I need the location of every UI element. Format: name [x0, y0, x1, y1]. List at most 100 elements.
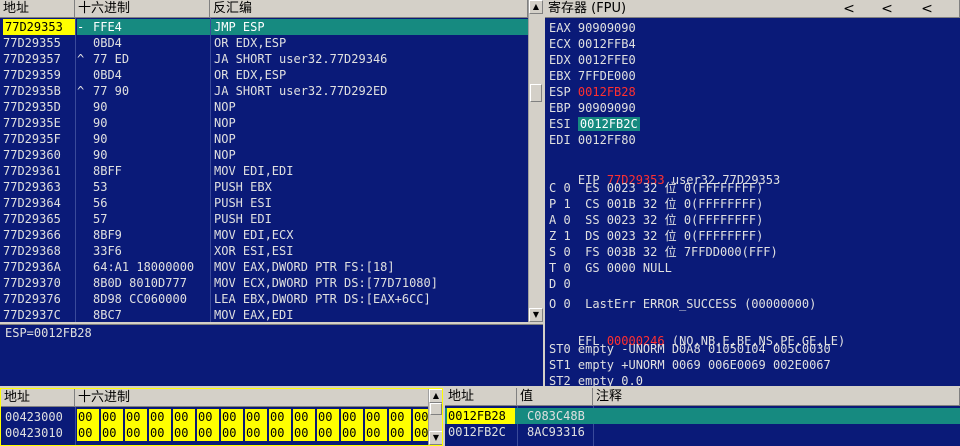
disasm-hex: FFE4: [91, 19, 210, 35]
disasm-row[interactable]: 77D29370 8B0D 8010D777 MOV ECX,DWORD PTR D…: [0, 275, 528, 291]
register-value[interactable]: 0012FFE0: [578, 53, 636, 67]
dump-byte[interactable]: 00: [317, 409, 339, 425]
dump-byte[interactable]: 00: [389, 425, 411, 441]
disasm-address: 77D29359: [3, 68, 61, 82]
disasm-row[interactable]: 77D29353- FFE4 JMP ESP: [0, 19, 528, 35]
dump-byte[interactable]: 00: [77, 425, 99, 441]
flag-row[interactable]: Z 1 DS 0023 32 位 0(FFFFFFFF): [549, 228, 763, 244]
disasm-header-address[interactable]: 地址: [0, 0, 75, 18]
dump-row[interactable]: 004230000000000000000000000000000000000(: [1, 409, 442, 425]
stack-row[interactable]: 0012FB2C 8AC93316: [445, 424, 960, 440]
fpu-register-row[interactable]: ST1 empty +UNORM 0069 006E0069 002E0067: [549, 357, 831, 373]
disasm-row[interactable]: 77D29359 0BD4 OR EDX,ESP: [0, 67, 528, 83]
register-row: EDI 0012FF80: [549, 132, 636, 148]
scroll-down-button[interactable]: ▼: [529, 308, 543, 322]
disasm-row[interactable]: 77D29365 57 PUSH EDI: [0, 211, 528, 227]
disasm-row[interactable]: 77D29363 53 PUSH EBX: [0, 179, 528, 195]
disasm-row[interactable]: 77D2935F 90 NOP: [0, 131, 528, 147]
dump-byte[interactable]: 00: [197, 425, 219, 441]
stack-row[interactable]: 0012FB28 C083C48B: [445, 408, 960, 424]
scroll-thumb[interactable]: [430, 403, 442, 415]
disasm-scrollbar[interactable]: ▲ ▼: [528, 0, 543, 322]
disasm-header-hex[interactable]: 十六进制: [75, 0, 210, 18]
register-row: EBP 90909090: [549, 100, 636, 116]
stack-header-comment[interactable]: 注释: [593, 388, 960, 406]
disasm-instruction: OR EDX,ESP: [214, 36, 287, 50]
register-nav-left-3[interactable]: <: [913, 0, 941, 18]
disasm-header-disassembly[interactable]: 反汇编: [210, 0, 528, 18]
disasm-instruction: MOV EAX,DWORD PTR FS:[18]: [214, 260, 395, 274]
dump-byte[interactable]: 00: [125, 425, 147, 441]
dump-byte[interactable]: 00: [197, 409, 219, 425]
register-nav-left-1[interactable]: <: [835, 0, 863, 18]
dump-byte[interactable]: 00: [173, 425, 195, 441]
dump-row[interactable]: 004230100000000000000000000000000000000(: [1, 425, 442, 441]
flag-row[interactable]: C 0 ES 0023 32 位 0(FFFFFFFF): [549, 180, 763, 196]
dump-byte[interactable]: 00: [341, 409, 363, 425]
scroll-down-button[interactable]: ▼: [429, 431, 442, 445]
disasm-row[interactable]: 77D29368 33F6 XOR ESI,ESI: [0, 243, 528, 259]
disasm-row[interactable]: 77D29355 0BD4 OR EDX,ESP: [0, 35, 528, 51]
flag-row[interactable]: T 0 GS 0000 NULL: [549, 260, 672, 276]
disasm-row[interactable]: 77D29364 56 PUSH ESI: [0, 195, 528, 211]
disasm-row[interactable]: 77D2935D 90 NOP: [0, 99, 528, 115]
dump-byte[interactable]: 00: [221, 409, 243, 425]
stack-header-address[interactable]: 地址: [445, 388, 517, 406]
disasm-row[interactable]: 77D29361 8BFF MOV EDI,EDI: [0, 163, 528, 179]
register-value[interactable]: 90909090: [578, 101, 636, 115]
scroll-thumb[interactable]: [530, 84, 542, 102]
disasm-address: 77D2935B: [3, 84, 61, 98]
flag-row[interactable]: A 0 SS 0023 32 位 0(FFFFFFFF): [549, 212, 763, 228]
dump-byte[interactable]: 00: [269, 425, 291, 441]
disasm-row[interactable]: 77D29357 ^ 77 ED JA SHORT user32.77D29346: [0, 51, 528, 67]
dump-byte[interactable]: 00: [125, 409, 147, 425]
dump-scrollbar[interactable]: ▲ ▼: [428, 389, 442, 445]
dump-byte[interactable]: 00: [269, 409, 291, 425]
register-value[interactable]: 0012FB2C: [577, 117, 640, 131]
fpu-register-row[interactable]: ST0 empty -UNORM D0A8 01050104 005C0030: [549, 341, 831, 357]
dump-byte[interactable]: 00: [389, 409, 411, 425]
scroll-up-button[interactable]: ▲: [429, 389, 442, 403]
disasm-row[interactable]: 77D2937C 8BC7 MOV EAX,EDI: [0, 307, 528, 322]
flag-row[interactable]: P 1 CS 001B 32 位 0(FFFFFFFF): [549, 196, 763, 212]
fpu-register-row[interactable]: ST2 empty 0.0: [549, 373, 643, 386]
disasm-instruction: NOP: [214, 132, 236, 146]
register-value[interactable]: 90909090: [578, 21, 636, 35]
register-nav-left-2[interactable]: <: [873, 0, 901, 18]
dump-byte[interactable]: 00: [221, 425, 243, 441]
flag-row[interactable]: S 0 FS 003B 32 位 7FFDD000(FFF): [549, 244, 778, 260]
dump-byte[interactable]: 00: [77, 409, 99, 425]
dump-byte[interactable]: 00: [245, 425, 267, 441]
dump-byte[interactable]: 00: [101, 409, 123, 425]
disasm-jump-mark: -: [77, 19, 91, 35]
register-value[interactable]: 7FFDE000: [578, 69, 636, 83]
dump-byte[interactable]: 00: [149, 409, 171, 425]
dump-byte[interactable]: 00: [173, 409, 195, 425]
dump-byte[interactable]: 00: [317, 425, 339, 441]
register-value[interactable]: 0012FFB4: [578, 37, 636, 51]
disasm-jump-mark: [77, 291, 91, 307]
scroll-up-button[interactable]: ▲: [529, 0, 543, 14]
register-value[interactable]: 0012FB28: [578, 85, 636, 99]
dump-byte[interactable]: 00: [341, 425, 363, 441]
disasm-row[interactable]: 77D2935B ^ 77 90 JA SHORT user32.77D292ED: [0, 83, 528, 99]
dump-header-hex[interactable]: 十六进制: [75, 389, 429, 407]
flag-row[interactable]: O 0 LastErr ERROR_SUCCESS (00000000): [549, 296, 816, 312]
register-value[interactable]: 0012FF80: [578, 133, 636, 147]
disasm-row[interactable]: 77D29376 8D98 CC060000 LEA EBX,DWORD PTR D…: [0, 291, 528, 307]
dump-header-address[interactable]: 地址: [1, 389, 75, 407]
dump-byte[interactable]: 00: [365, 409, 387, 425]
dump-byte[interactable]: 00: [245, 409, 267, 425]
flag-row[interactable]: D 0: [549, 276, 571, 292]
disasm-row[interactable]: 77D29366 8BF9 MOV EDI,ECX: [0, 227, 528, 243]
dump-byte[interactable]: 00: [293, 425, 315, 441]
dump-byte[interactable]: 00: [293, 409, 315, 425]
dump-byte[interactable]: 00: [101, 425, 123, 441]
disasm-row[interactable]: 77D2936A 64:A1 18000000 MOV EAX,DWORD PTR …: [0, 259, 528, 275]
stack-header-value[interactable]: 值: [517, 388, 593, 406]
dump-byte[interactable]: 00: [365, 425, 387, 441]
dump-byte[interactable]: 00: [149, 425, 171, 441]
disasm-row[interactable]: 77D29360 90 NOP: [0, 147, 528, 163]
disasm-instruction: NOP: [214, 148, 236, 162]
disasm-row[interactable]: 77D2935E 90 NOP: [0, 115, 528, 131]
